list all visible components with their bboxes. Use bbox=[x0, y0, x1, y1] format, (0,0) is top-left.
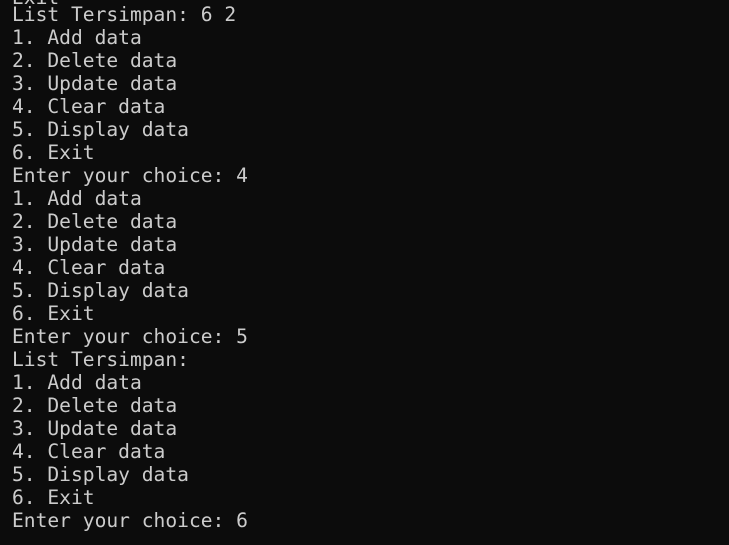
output-line: 4. Clear data bbox=[12, 95, 166, 118]
output-line: 3. Update data bbox=[12, 72, 178, 95]
output-line: List Tersimpan: bbox=[12, 348, 189, 371]
output-line: 1. Add data bbox=[12, 371, 142, 394]
output-line: 6. Exit bbox=[12, 302, 95, 325]
output-line: 4. Clear data bbox=[12, 440, 166, 463]
terminal-window[interactable]: Exit List Tersimpan: 6 2 1. Add data 2. … bbox=[0, 0, 729, 545]
output-line: 1. Add data bbox=[12, 187, 142, 210]
output-line: 2. Delete data bbox=[12, 210, 178, 233]
output-line: 6. Exit bbox=[12, 141, 95, 164]
output-line: Enter your choice: 4 bbox=[12, 164, 248, 187]
terminal-output: List Tersimpan: 6 2 1. Add data 2. Delet… bbox=[12, 3, 248, 532]
output-line: 5. Display data bbox=[12, 118, 189, 141]
output-line: 1. Add data bbox=[12, 26, 142, 49]
output-line: 5. Display data bbox=[12, 463, 189, 486]
output-line: 2. Delete data bbox=[12, 394, 178, 417]
output-line: Enter your choice: 5 bbox=[12, 325, 248, 348]
output-line: Enter your choice: 6 bbox=[12, 509, 248, 532]
output-line: 2. Delete data bbox=[12, 49, 178, 72]
output-line: 5. Display data bbox=[12, 279, 189, 302]
output-line: 6. Exit bbox=[12, 486, 95, 509]
output-line: List Tersimpan: 6 2 bbox=[12, 3, 237, 26]
output-line: 3. Update data bbox=[12, 233, 178, 256]
output-line: 4. Clear data bbox=[12, 256, 166, 279]
output-line: 3. Update data bbox=[12, 417, 178, 440]
